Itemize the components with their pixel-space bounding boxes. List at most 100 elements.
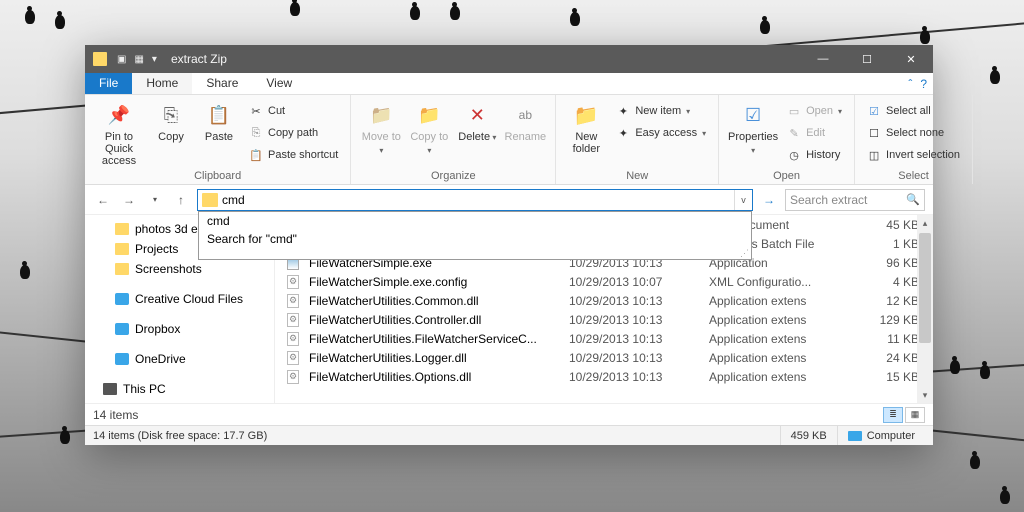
file-row[interactable]: FileWatcherUtilities.Controller.dll10/29… (275, 310, 933, 329)
copy-button[interactable]: Copy (149, 99, 193, 143)
file-row[interactable]: FileWatcherUtilities.FileWatcherServiceC… (275, 329, 933, 348)
copy-to-button[interactable]: Copy to (407, 99, 451, 157)
close-button[interactable]: ✕ (889, 45, 933, 73)
new-folder-button[interactable]: New folder (564, 99, 608, 155)
status-size: 459 KB (780, 426, 837, 445)
search-box[interactable]: Search extract 🔍 (785, 189, 925, 211)
paste-shortcut-button[interactable]: Paste shortcut (245, 145, 342, 165)
maximize-button[interactable]: ☐ (845, 45, 889, 73)
rename-button[interactable]: Rename (503, 99, 547, 143)
tab-home[interactable]: Home (132, 73, 192, 94)
sidebar-item-label: Screenshots (135, 262, 202, 276)
scroll-up-icon[interactable]: ▴ (917, 215, 933, 231)
invert-selection-icon: ◫ (867, 148, 881, 162)
details-view-button[interactable]: ≣ (883, 407, 903, 423)
select-none-button[interactable]: ☐Select none (863, 123, 964, 143)
pin-icon (105, 101, 133, 129)
cloud-icon (115, 293, 129, 305)
file-icon (285, 313, 301, 327)
pc-icon (103, 383, 117, 395)
go-button[interactable]: → (759, 190, 779, 210)
file-row[interactable]: FileWatcherUtilities.Options.dll10/29/20… (275, 367, 933, 386)
invert-selection-button[interactable]: ◫Invert selection (863, 145, 964, 165)
address-bar[interactable]: v cmd Search for "cmd" ⋰ (197, 189, 753, 211)
up-button[interactable]: ↑ (171, 190, 191, 210)
file-icon (285, 332, 301, 346)
cut-button[interactable]: Cut (245, 101, 342, 121)
folder-icon (115, 223, 129, 235)
new-item-button[interactable]: ✦New item (612, 101, 710, 121)
tab-file[interactable]: File (85, 73, 132, 94)
suggestion-item[interactable]: Search for "cmd" (199, 230, 751, 248)
help-icon[interactable]: ? (920, 77, 927, 91)
address-input[interactable] (222, 191, 734, 209)
paste-icon (205, 101, 233, 129)
file-size: 12 KB (849, 294, 919, 308)
group-label: Organize (359, 168, 547, 182)
rename-icon (511, 101, 539, 129)
resize-grip-icon[interactable]: ⋰ (199, 248, 751, 259)
scrollbar[interactable]: ▴ ▾ (917, 215, 933, 403)
sidebar-item[interactable]: OneDrive (85, 349, 274, 369)
tab-view[interactable]: View (252, 73, 306, 94)
delete-icon (463, 101, 491, 129)
scroll-down-icon[interactable]: ▾ (917, 387, 933, 403)
file-type: Application extens (709, 332, 849, 346)
sidebar-item-label: 3D Objects (141, 402, 200, 403)
select-all-button[interactable]: Select all (863, 101, 964, 121)
tab-share[interactable]: Share (192, 73, 252, 94)
suggestion-item[interactable]: cmd (199, 212, 751, 230)
qat-properties-icon[interactable]: ▣ (117, 54, 126, 65)
history-icon: ◷ (787, 148, 801, 162)
move-to-button[interactable]: Move to (359, 99, 403, 157)
file-row[interactable]: FileWatcherUtilities.Logger.dll10/29/201… (275, 348, 933, 367)
delete-button[interactable]: Delete (455, 99, 499, 144)
sidebar-item[interactable]: Screenshots (85, 259, 274, 279)
paste-button[interactable]: Paste (197, 99, 241, 143)
sidebar-item-label: Creative Cloud Files (135, 292, 243, 306)
scroll-thumb[interactable] (919, 233, 931, 343)
file-name: FileWatcherUtilities.Common.dll (309, 294, 569, 308)
address-suggestions: cmd Search for "cmd" ⋰ (198, 211, 752, 260)
select-all-icon (867, 104, 881, 118)
minimize-button[interactable]: — (801, 45, 845, 73)
search-icon[interactable]: 🔍 (906, 193, 920, 206)
group-label: Clipboard (93, 168, 342, 182)
qat-dropdown-icon[interactable]: ▾ (152, 54, 157, 65)
item-count: 14 items (93, 408, 138, 422)
file-row[interactable]: FileWatcherSimple.exe.config10/29/2013 1… (275, 272, 933, 291)
properties-button[interactable]: Properties (727, 99, 779, 157)
file-size: 4 KB (849, 275, 919, 289)
file-icon (285, 294, 301, 308)
folder-icon (115, 263, 129, 275)
recent-dropdown[interactable]: ▾ (145, 190, 165, 210)
file-date: 10/29/2013 10:07 (569, 275, 709, 289)
open-button[interactable]: ▭Open (783, 101, 846, 121)
icons-view-button[interactable]: ▦ (905, 407, 925, 423)
ribbon-collapse-icon[interactable]: ˆ (908, 77, 912, 91)
copy-path-button[interactable]: Copy path (245, 123, 342, 143)
group-label: Open (727, 168, 846, 182)
pin-quick-access-button[interactable]: Pin to Quick access (93, 99, 145, 167)
qat-newfolder-icon[interactable]: ▦ (134, 54, 143, 65)
history-button[interactable]: ◷History (783, 145, 846, 165)
new-item-icon: ✦ (616, 104, 630, 118)
easy-access-icon: ✦ (616, 126, 630, 140)
sidebar-item[interactable]: This PC (85, 379, 274, 399)
file-name: FileWatcherUtilities.Options.dll (309, 370, 569, 384)
file-row[interactable]: FileWatcherUtilities.Common.dll10/29/201… (275, 291, 933, 310)
file-type: XML Configuratio... (709, 275, 849, 289)
file-date: 10/29/2013 10:13 (569, 351, 709, 365)
easy-access-button[interactable]: ✦Easy access (612, 123, 710, 143)
sidebar-item[interactable]: 3D Objects (85, 399, 274, 403)
file-date: 10/29/2013 10:13 (569, 313, 709, 327)
ribbon-tabs: File Home Share View ˆ ? (85, 73, 933, 95)
file-size: 11 KB (849, 332, 919, 346)
sidebar-item[interactable]: Dropbox (85, 319, 274, 339)
file-size: 129 KB (849, 313, 919, 327)
forward-button[interactable]: → (119, 190, 139, 210)
back-button[interactable]: ← (93, 190, 113, 210)
sidebar-item[interactable]: Creative Cloud Files (85, 289, 274, 309)
address-dropdown-icon[interactable]: v (734, 190, 752, 210)
edit-button[interactable]: ✎Edit (783, 123, 846, 143)
